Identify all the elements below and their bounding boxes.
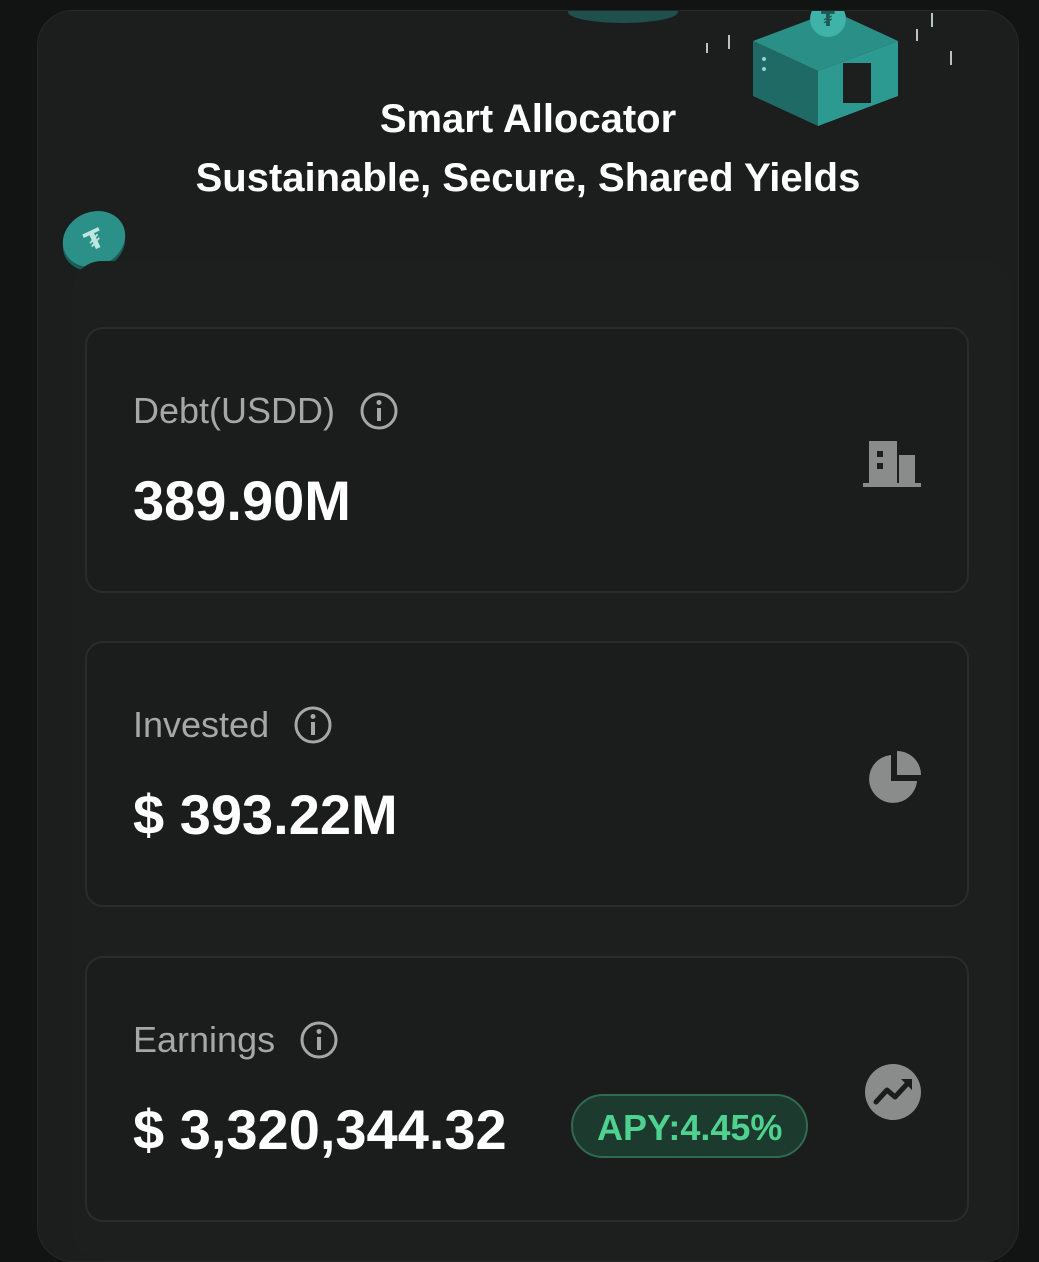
invested-card: Invested $ 393.22M [85, 641, 969, 907]
invested-value: $ 393.22M [133, 783, 398, 846]
building-icon [863, 441, 921, 487]
earnings-card: Earnings $ 3,320,344.32 APY:4.45% [85, 956, 969, 1222]
info-icon[interactable] [299, 1020, 339, 1060]
debt-label: Debt(USDD) [133, 390, 336, 431]
debt-value: 389.90M [133, 469, 351, 532]
header: Smart Allocator Sustainable, Secure, Sha… [38, 97, 1018, 200]
earnings-label-row: Earnings [133, 1020, 339, 1060]
top-glow-decoration [568, 11, 678, 23]
debt-card: Debt(USDD) 389.90M [85, 327, 969, 593]
sparkle-decoration [916, 29, 918, 41]
info-icon[interactable] [359, 391, 399, 431]
invested-label: Invested [133, 704, 270, 745]
sparkle-decoration [706, 43, 708, 53]
earnings-value: $ 3,320,344.32 [133, 1098, 507, 1161]
pie-chart-icon [869, 751, 921, 803]
invested-label-row: Invested [133, 705, 333, 745]
smart-allocator-panel: ₮ Smart Allocator Sustainable, Secure, S… [37, 10, 1019, 1262]
debt-label-row: Debt(USDD) [133, 391, 399, 431]
sparkle-decoration [728, 35, 730, 49]
trending-up-icon [865, 1064, 921, 1120]
page-title: Smart Allocator [379, 97, 677, 141]
page-subtitle: Sustainable, Secure, Shared Yields [195, 156, 861, 200]
svg-text:₮: ₮ [821, 10, 835, 31]
info-icon[interactable] [293, 705, 333, 745]
sparkle-decoration [950, 51, 952, 65]
sparkle-decoration [931, 13, 933, 27]
apy-badge: APY:4.45% [571, 1094, 809, 1158]
earnings-label: Earnings [133, 1019, 276, 1060]
